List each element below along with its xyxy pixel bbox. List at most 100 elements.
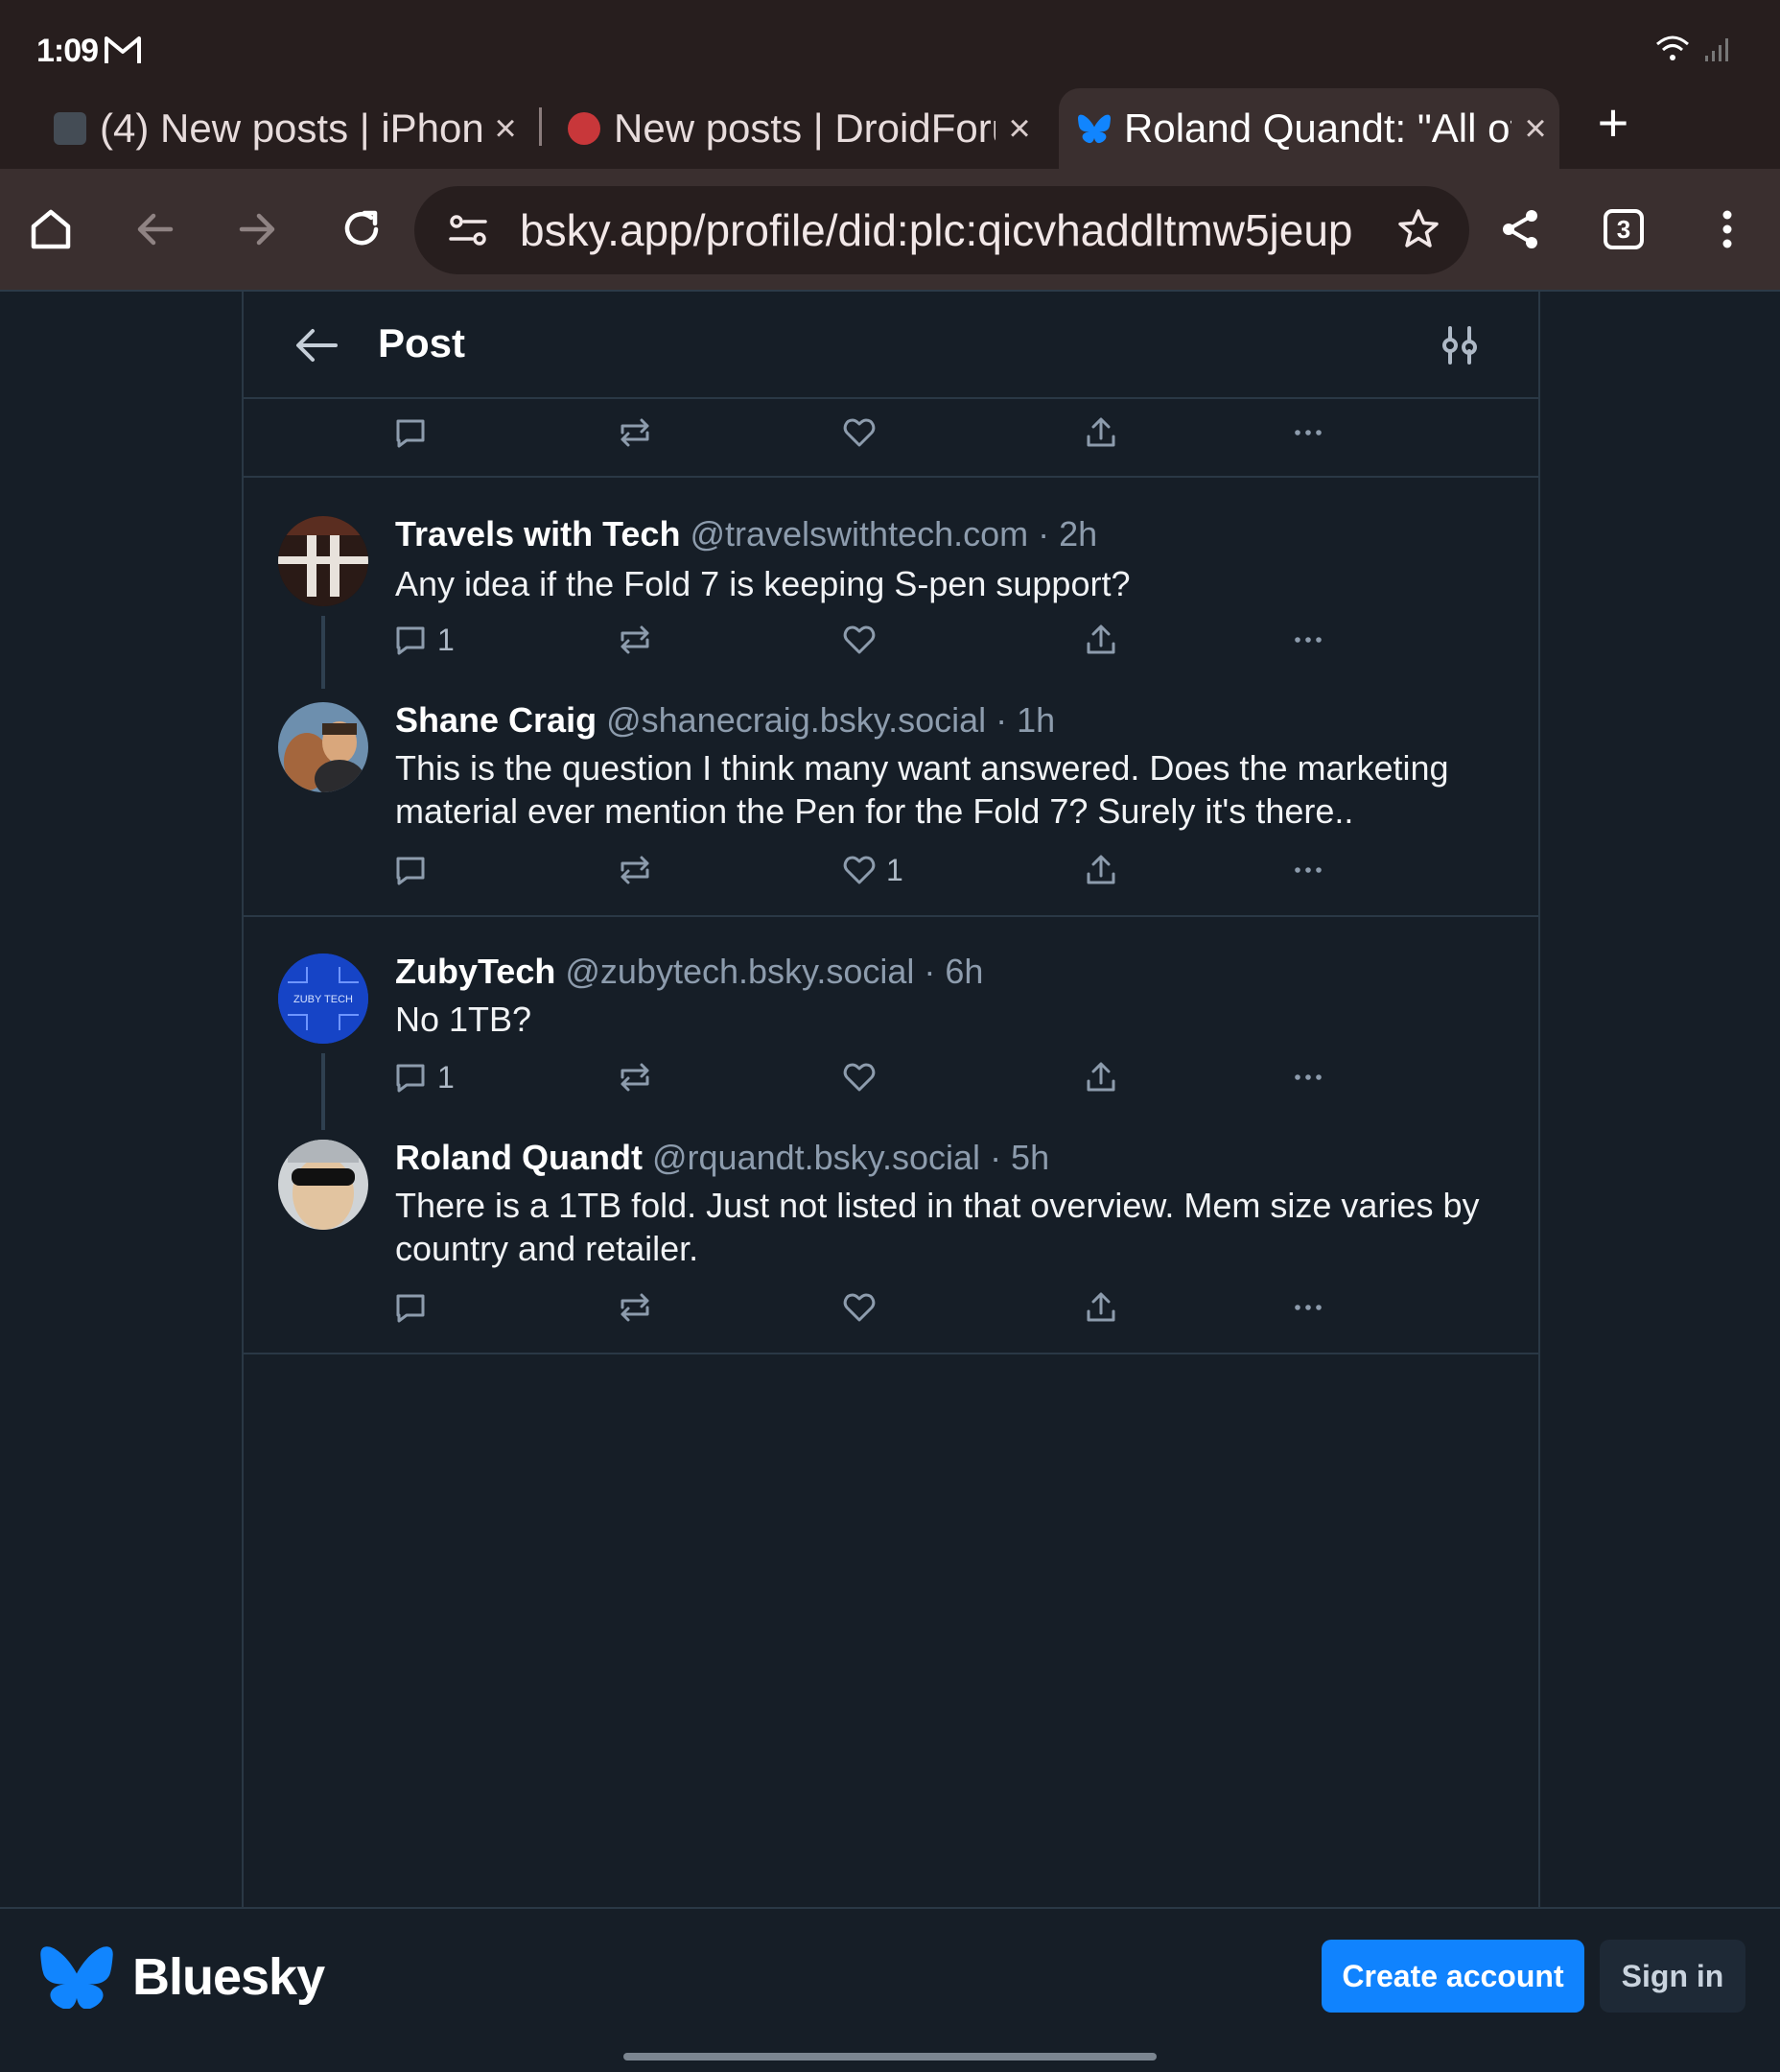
bookmark-star-icon[interactable] xyxy=(1396,207,1440,251)
forward-button[interactable] xyxy=(222,194,293,265)
share-post-button[interactable] xyxy=(1084,409,1118,457)
heart-icon xyxy=(843,1293,876,1322)
repost-button[interactable] xyxy=(618,1283,652,1331)
author-handle[interactable]: @travelswithtech.com xyxy=(690,514,1028,553)
new-tab-button[interactable]: + xyxy=(1584,84,1642,161)
post-time[interactable]: · 1h xyxy=(995,700,1055,740)
share-upload-icon xyxy=(1087,1292,1115,1322)
author-name[interactable]: Shane Craig xyxy=(395,700,597,740)
reply-button[interactable]: 1 xyxy=(393,1053,455,1101)
home-button[interactable] xyxy=(15,194,86,265)
more-horizontal-icon xyxy=(1295,637,1322,643)
like-button[interactable]: 1 xyxy=(842,846,903,894)
more-button[interactable] xyxy=(1291,1283,1325,1331)
share-button[interactable] xyxy=(1485,194,1556,265)
back-arrow-icon[interactable] xyxy=(293,326,340,365)
more-button[interactable] xyxy=(1291,616,1325,664)
tab-bluesky[interactable]: Roland Quandt: "All of × xyxy=(1059,88,1559,169)
tab-divider xyxy=(539,107,542,146)
tab-switcher-button[interactable]: 3 xyxy=(1588,194,1659,265)
thread-settings-icon[interactable] xyxy=(1440,324,1479,366)
more-button[interactable] xyxy=(1291,1053,1325,1101)
reply-icon xyxy=(396,1294,425,1323)
like-button[interactable] xyxy=(842,409,877,457)
tab-droidforums[interactable]: New posts | DroidForums × xyxy=(549,88,1043,169)
repost-button[interactable] xyxy=(618,1053,652,1101)
post-actions: 1 xyxy=(393,1053,1352,1101)
divider xyxy=(244,1353,1538,1354)
tab-title: New posts | DroidForums xyxy=(614,106,995,151)
avatar[interactable] xyxy=(278,516,368,606)
more-horizontal-icon xyxy=(1295,430,1322,436)
address-bar[interactable]: bsky.app/profile/did:plc:qicvhaddltmw5je… xyxy=(414,186,1469,274)
post-header: Post xyxy=(244,292,1538,399)
repost-icon xyxy=(621,418,649,447)
post-meta: ZubyTech @zubytech.bsky.social · 6h xyxy=(395,952,983,992)
like-button[interactable] xyxy=(842,1283,877,1331)
post-actions xyxy=(393,1283,1352,1331)
sign-in-button[interactable]: Sign in xyxy=(1600,1940,1745,2013)
author-name[interactable]: ZubyTech xyxy=(395,952,555,991)
author-handle[interactable]: @rquandt.bsky.social xyxy=(652,1138,980,1177)
reply-button[interactable] xyxy=(393,1283,428,1331)
author-handle[interactable]: @zubytech.bsky.social xyxy=(565,952,914,991)
signup-bar: Bluesky Create account Sign in xyxy=(0,1907,1780,2072)
avatar[interactable] xyxy=(278,702,368,792)
bluesky-butterfly-icon xyxy=(40,1946,113,2009)
repost-button[interactable] xyxy=(618,616,652,664)
repost-icon xyxy=(621,625,649,654)
close-icon[interactable]: × xyxy=(1511,107,1559,151)
share-icon xyxy=(1503,210,1537,248)
home-icon xyxy=(31,209,71,249)
post-actions: 1 xyxy=(393,846,1352,894)
author-name[interactable]: Travels with Tech xyxy=(395,514,680,553)
more-horizontal-icon xyxy=(1295,1305,1322,1310)
droidforums-favicon-icon xyxy=(568,112,600,145)
tab-iphone[interactable]: (4) New posts | iPhone × xyxy=(35,88,529,169)
gesture-home-indicator[interactable] xyxy=(623,2053,1157,2060)
reply-button[interactable]: 1 xyxy=(393,616,455,664)
post-time[interactable]: · 2h xyxy=(1038,514,1097,553)
more-button[interactable] xyxy=(1291,409,1325,457)
close-icon[interactable]: × xyxy=(995,107,1043,151)
arrow-left-icon xyxy=(137,213,174,246)
share-post-button[interactable] xyxy=(1084,1053,1118,1101)
like-button[interactable] xyxy=(842,1053,877,1101)
reply-icon xyxy=(396,626,425,655)
reply-button[interactable] xyxy=(393,846,428,894)
avatar[interactable]: ZUBY TECH xyxy=(278,954,368,1044)
close-icon[interactable]: × xyxy=(481,107,529,151)
share-upload-icon xyxy=(1087,417,1115,447)
create-account-button[interactable]: Create account xyxy=(1322,1940,1584,2013)
more-button[interactable] xyxy=(1291,846,1325,894)
signal-icon xyxy=(1705,38,1728,61)
post-time[interactable]: · 6h xyxy=(924,952,983,991)
post-actions xyxy=(393,409,1352,457)
browser-toolbar: bsky.app/profile/did:plc:qicvhaddltmw5je… xyxy=(0,169,1780,290)
reply-button[interactable] xyxy=(393,409,428,457)
like-count: 1 xyxy=(886,852,903,887)
repost-button[interactable] xyxy=(618,846,652,894)
repost-icon xyxy=(621,856,649,884)
tab-strip: (4) New posts | iPhone × New posts | Dro… xyxy=(0,84,1780,169)
tab-title: Roland Quandt: "All of xyxy=(1124,106,1511,151)
wifi-icon xyxy=(1656,35,1689,60)
back-button[interactable] xyxy=(119,194,190,265)
share-post-button[interactable] xyxy=(1084,616,1118,664)
reload-button[interactable] xyxy=(326,194,397,265)
repost-button[interactable] xyxy=(618,409,652,457)
avatar[interactable] xyxy=(278,1140,368,1230)
heart-icon xyxy=(843,856,876,884)
share-post-button[interactable] xyxy=(1084,1283,1118,1331)
author-name[interactable]: Roland Quandt xyxy=(395,1138,643,1177)
share-post-button[interactable] xyxy=(1084,846,1118,894)
reply-icon xyxy=(396,1064,425,1093)
menu-button[interactable] xyxy=(1692,194,1763,265)
like-button[interactable] xyxy=(842,616,877,664)
post-meta: Roland Quandt @rquandt.bsky.social · 5h xyxy=(395,1138,1049,1178)
url-text[interactable]: bsky.app/profile/did:plc:qicvhaddltmw5je… xyxy=(520,204,1354,256)
site-settings-icon xyxy=(449,215,487,246)
post-time[interactable]: · 5h xyxy=(990,1138,1049,1177)
author-handle[interactable]: @shanecraig.bsky.social xyxy=(606,700,986,740)
repost-icon xyxy=(621,1063,649,1092)
